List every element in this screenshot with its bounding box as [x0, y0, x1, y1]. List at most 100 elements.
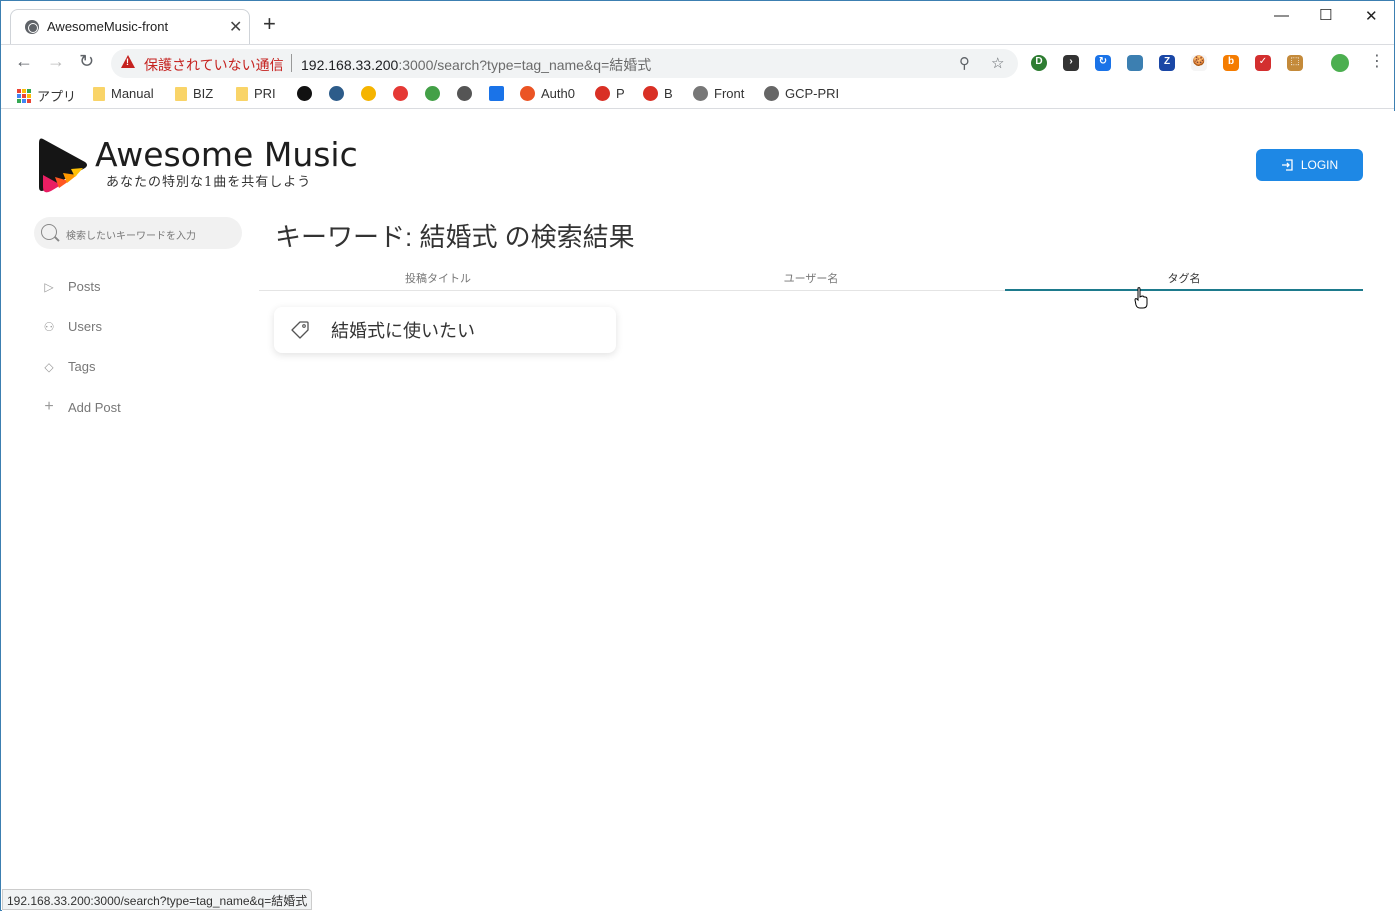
bookmark-label: Auth0	[541, 86, 575, 101]
cookie-ext-icon[interactable]: 🍪	[1191, 55, 1207, 71]
github-icon	[297, 86, 312, 101]
login-icon	[1281, 159, 1293, 171]
search-placeholder: 検索したいキーワードを入力	[66, 231, 196, 242]
search-input[interactable]: 検索したいキーワードを入力	[34, 217, 242, 249]
bookmark-auth0[interactable]: Auth0	[520, 86, 575, 101]
minimize-icon[interactable]: —	[1274, 7, 1289, 24]
new-ext-icon[interactable]	[1127, 55, 1143, 71]
star-icon[interactable]: ☆	[991, 54, 1004, 72]
profile-avatar[interactable]	[1331, 54, 1349, 72]
back-icon[interactable]: ←	[15, 51, 33, 72]
browser-tab[interactable]: AwesomeMusic-front ✕	[10, 9, 250, 44]
tag-icon	[291, 321, 309, 339]
url-text[interactable]: 192.168.33.200:3000/search?type=tag_name…	[301, 55, 651, 75]
bookmarks-bar: アプリ Manual BIZ PRI Auth0 P B Front GCP-PRI	[1, 80, 1394, 109]
sidebar-item-posts[interactable]: ▷ Posts	[42, 279, 101, 294]
url-host: 192.168.33.200	[301, 57, 399, 73]
new-tab-button[interactable]: +	[263, 13, 276, 35]
docker-icon	[329, 86, 344, 101]
sidebar-item-label: Users	[68, 319, 102, 334]
bookmark-co[interactable]	[361, 86, 376, 101]
hand-cursor-icon	[1134, 287, 1148, 309]
bookmark-red[interactable]	[393, 86, 408, 101]
users-icon: ⚇	[43, 319, 55, 334]
gmail-icon	[643, 86, 658, 101]
search-tab-title[interactable]: 投稿タイトル	[259, 270, 617, 286]
d-ext-icon[interactable]: D	[1031, 55, 1047, 71]
arrow-ext-icon[interactable]: ›	[1063, 55, 1079, 71]
ac-icon	[425, 86, 440, 101]
bookmark-pri[interactable]: PRI	[236, 86, 276, 101]
login-button[interactable]: LOGIN	[1256, 149, 1363, 181]
page-title: キーワード: 結婚式 の検索結果	[275, 222, 635, 252]
bookmark-label: B	[664, 86, 673, 101]
globe-icon	[693, 86, 708, 101]
maximize-icon[interactable]: ☐	[1319, 6, 1332, 24]
forward-icon[interactable]: →	[47, 51, 65, 72]
bookmark-link[interactable]	[457, 86, 472, 101]
bookmark-label: Front	[714, 86, 745, 101]
folder-icon	[93, 86, 105, 101]
sidebar-item-tags[interactable]: ◇ Tags	[42, 359, 95, 374]
app-page: Awesome Music あなたの特別な1曲を共有しよう LOGIN 検索した…	[2, 111, 1395, 911]
menu-icon[interactable]: ⋮	[1369, 51, 1385, 71]
play-icon: ▷	[44, 279, 54, 294]
reload-icon[interactable]: ↻	[79, 51, 94, 72]
gmail-icon	[595, 86, 610, 101]
zoom-icon[interactable]: ⚲	[959, 54, 970, 72]
tag-result-card[interactable]: 結婚式に使いたい	[274, 307, 616, 353]
cal-icon	[489, 86, 504, 101]
search-tab-user[interactable]: ユーザー名	[632, 270, 990, 286]
bookmark-label: アプリ	[37, 89, 77, 104]
b-ext-icon[interactable]: b	[1223, 55, 1239, 71]
co-icon	[361, 86, 376, 101]
browser-toolbar: ← → ↻ 保護されていない通信 192.168.33.200:3000/sea…	[1, 44, 1394, 80]
url-path: :3000/search?type=tag_name&q=結婚式	[398, 57, 652, 73]
bookmark-b[interactable]: B	[643, 86, 673, 101]
globe-icon	[25, 20, 39, 34]
search-tab-tag[interactable]: タグ名	[1005, 270, 1363, 286]
insecure-label[interactable]: 保護されていない通信	[144, 55, 284, 75]
bookmark-github[interactable]	[297, 86, 312, 101]
sync-ext-icon[interactable]: ↻	[1095, 55, 1111, 71]
box-ext-icon[interactable]: ⬚	[1287, 55, 1303, 71]
login-label: LOGIN	[1300, 158, 1339, 172]
bookmark-cal[interactable]	[489, 86, 504, 101]
bookmark--[interactable]: アプリ	[17, 86, 76, 105]
bookmark-label: P	[616, 86, 625, 101]
red-icon	[393, 86, 408, 101]
apps-icon	[17, 88, 31, 103]
bookmark-docker[interactable]	[329, 86, 344, 101]
bookmark-p[interactable]: P	[595, 86, 625, 101]
close-window-icon[interactable]: ✕	[1365, 7, 1378, 25]
app-title[interactable]: Awesome Music	[95, 135, 358, 174]
sidebar-item-users[interactable]: ⚇ Users	[42, 319, 102, 334]
close-tab-icon[interactable]: ✕	[229, 17, 242, 37]
sidebar-item-label: Add Post	[68, 399, 121, 415]
bookmark-manual[interactable]: Manual	[93, 86, 154, 101]
status-bar: 192.168.33.200:3000/search?type=tag_name…	[2, 889, 313, 910]
bookmark-label: Manual	[111, 86, 154, 101]
z-ext-icon[interactable]: Z	[1159, 55, 1175, 71]
bookmark-gcp-pri[interactable]: GCP-PRI	[764, 86, 839, 101]
sidebar-item-add-post[interactable]: + Add Post	[42, 398, 121, 416]
tab-title: AwesomeMusic-front	[47, 19, 169, 34]
sidebar-item-label: Tags	[68, 359, 96, 374]
warning-icon	[121, 55, 135, 68]
bookmark-label: BIZ	[193, 86, 214, 101]
title-bar: AwesomeMusic-front ✕ + — ☐ ✕	[1, 1, 1394, 44]
app-subtitle: あなたの特別な1曲を共有しよう	[106, 175, 312, 190]
address-bar[interactable]: 保護されていない通信 192.168.33.200:3000/search?ty…	[111, 49, 1018, 78]
shield-ext-icon[interactable]: ✓	[1255, 55, 1271, 71]
auth0-icon	[520, 86, 535, 101]
plus-icon: +	[44, 398, 54, 415]
bookmark-biz[interactable]: BIZ	[175, 86, 213, 101]
tag-result-label: 結婚式に使いたい	[331, 321, 475, 341]
sidebar-item-label: Posts	[68, 279, 101, 294]
browser-window: AwesomeMusic-front ✕ + — ☐ ✕ ← → ↻ 保護されて…	[0, 0, 1395, 911]
bookmark-ac[interactable]	[425, 86, 440, 101]
search-tabs: 投稿タイトル ユーザー名 タグ名	[259, 266, 1363, 291]
bookmark-front[interactable]: Front	[693, 86, 744, 101]
url-divider	[291, 54, 292, 72]
search-icon	[41, 224, 57, 240]
